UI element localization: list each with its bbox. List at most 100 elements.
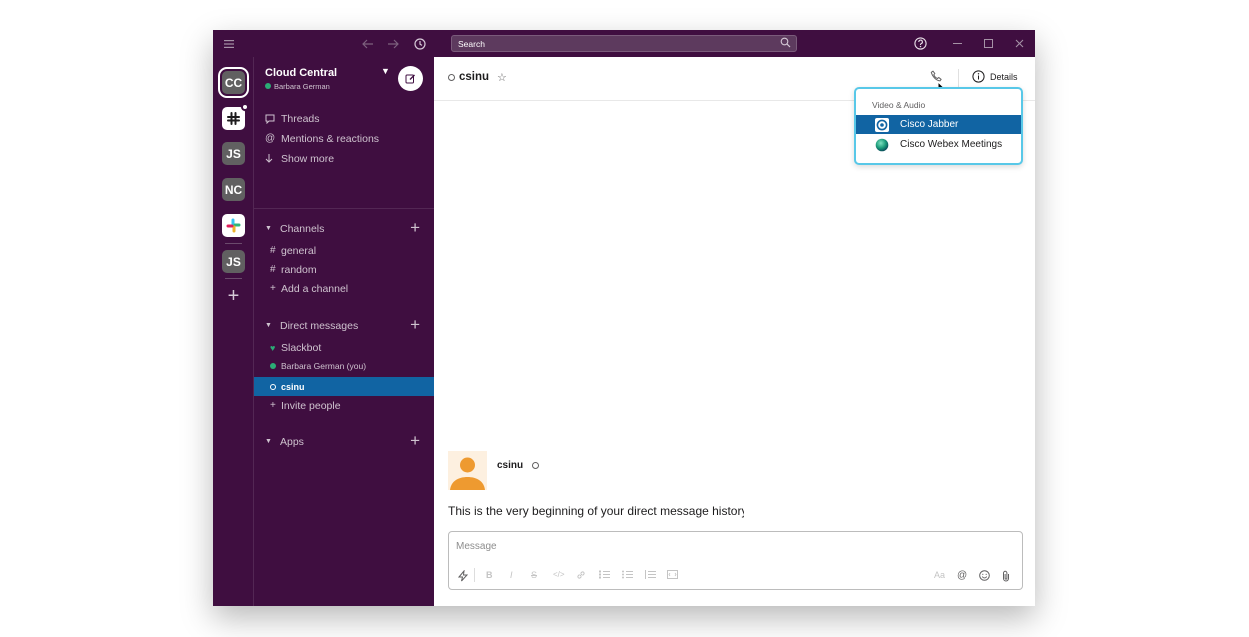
menu-item-label: Cisco Webex Meetings [900,139,1003,150]
link-icon[interactable] [576,570,586,580]
details-button[interactable]: Details [972,70,1018,83]
workspace-rail: CC JS NC JS + [213,57,254,606]
sidebar-item-show-more[interactable]: Show more [254,149,434,168]
sidebar-item-label: Mentions & reactions [281,132,380,145]
sidebar-item-general[interactable]: # general [254,241,434,260]
workspace-slack-color-logo-icon[interactable] [222,214,245,237]
menu-item-cisco-webex[interactable]: Cisco Webex Meetings [856,135,1021,154]
team-name[interactable]: Cloud Central [265,67,337,79]
workspace-nc[interactable]: NC [222,178,245,201]
code-block-icon[interactable] [667,570,678,579]
heart-icon: ♥ [270,342,276,353]
workspace-cc[interactable]: CC [218,67,249,98]
strikethrough-icon[interactable]: S [531,570,537,580]
unread-badge [241,103,249,111]
sidebar-item-mentions[interactable]: @ Mentions & reactions [254,129,434,148]
maximize-icon[interactable] [980,30,996,57]
sidebar-header[interactable]: Cloud Central ▼ Barbara German [254,57,434,101]
hamburger-menu-icon[interactable] [221,30,237,57]
caret-down-icon: ▼ [265,322,272,329]
close-icon[interactable] [1011,30,1027,57]
search-input[interactable]: Search [451,35,797,52]
add-channel-label: Add a channel [281,282,349,295]
sidebar-item-csinu[interactable]: csinu [254,377,434,396]
message-author-name: csinu [497,460,524,471]
invite-label: Invite people [281,399,341,412]
forward-arrow-icon[interactable] [385,30,401,57]
chevron-down-icon[interactable]: ▼ [381,66,390,76]
add-dm-plus-icon[interactable]: + [410,315,420,335]
hash-icon: # [270,264,276,275]
history-clock-icon[interactable] [412,30,428,57]
current-user: Barbara German [265,82,330,91]
current-user-name: Barbara German [274,82,330,91]
sidebar-item-slackbot[interactable]: ♥ Slackbot [254,338,434,357]
rail-divider [225,243,242,244]
workspace-js-2[interactable]: JS [222,250,245,273]
back-arrow-icon[interactable] [360,30,376,57]
channel-title[interactable]: csinu [448,71,489,83]
away-status-icon [448,73,455,81]
title-bar: Search [213,30,1035,57]
rail-divider [225,278,242,279]
workspace-slack-logo-icon[interactable] [222,103,249,130]
call-app-menu: Video & Audio Cisco Jabber Cisco Webex M… [854,87,1023,165]
bulleted-list-icon[interactable] [622,570,633,579]
add-workspace-icon[interactable]: + [222,285,245,308]
message-author[interactable]: csinu [497,460,540,471]
sidebar-item-threads[interactable]: Threads [254,109,434,128]
add-channel-plus-icon[interactable]: + [410,218,420,238]
header-separator [958,69,959,87]
mention-at-icon[interactable]: @ [957,570,967,581]
shortcuts-lightning-icon[interactable] [458,570,468,582]
app-window: Search CC JS NC JS + Cloud Central ▼ Bar… [213,30,1035,606]
dm-label: Slackbot [281,341,322,354]
channel-label: random [281,263,317,276]
blockquote-icon[interactable] [645,570,656,579]
sidebar-item-label: Threads [281,112,320,125]
channels-section-header[interactable]: ▼ Channels + [254,218,434,238]
cisco-jabber-icon [875,117,889,132]
plus-icon: + [270,283,276,294]
add-channel-button[interactable]: + Add a channel [254,279,434,298]
star-icon[interactable]: ☆ [497,71,507,84]
toolbar-separator [474,568,475,582]
threads-icon [265,114,281,124]
attachment-paperclip-icon[interactable] [1002,570,1010,582]
channel-label: general [281,244,317,257]
invite-people-button[interactable]: + Invite people [254,396,434,415]
compose-button[interactable] [398,66,423,91]
sidebar-item-label: Show more [281,152,335,165]
dm-label: Barbara German (you) [281,360,367,371]
sidebar-item-random[interactable]: # random [254,260,434,279]
menu-item-label: Cisco Jabber [900,119,959,130]
away-status-icon [532,462,540,469]
avatar[interactable] [448,451,487,490]
italic-icon[interactable]: I [510,570,513,580]
sidebar-item-self[interactable]: Barbara German (you) [254,356,434,375]
emoji-icon[interactable] [979,570,990,581]
details-label: Details [990,71,1018,82]
code-icon[interactable]: </> [553,570,565,579]
text-format-icon[interactable]: Aa [934,570,945,580]
minimize-icon[interactable] [949,30,965,57]
message-input[interactable] [456,538,996,554]
dm-section-header[interactable]: ▼ Direct messages + [254,315,434,335]
help-icon[interactable] [912,30,928,57]
section-label: Direct messages [280,319,359,332]
apps-section-header[interactable]: ▼ Apps + [254,431,434,451]
call-menu-title: Video & Audio [872,100,926,110]
menu-item-cisco-jabber[interactable]: Cisco Jabber [856,115,1021,134]
workspace-js-1[interactable]: JS [222,142,245,165]
section-label: Apps [280,435,304,448]
plus-icon: + [270,400,276,411]
hash-icon: # [270,245,276,256]
add-app-plus-icon[interactable]: + [410,431,420,451]
online-status-icon [265,83,271,89]
bold-icon[interactable]: B [486,570,493,580]
section-label: Channels [280,222,325,235]
compose-icon [405,74,415,84]
ordered-list-icon[interactable] [599,570,610,579]
away-status-icon [270,383,281,390]
sidebar-divider [254,208,434,209]
